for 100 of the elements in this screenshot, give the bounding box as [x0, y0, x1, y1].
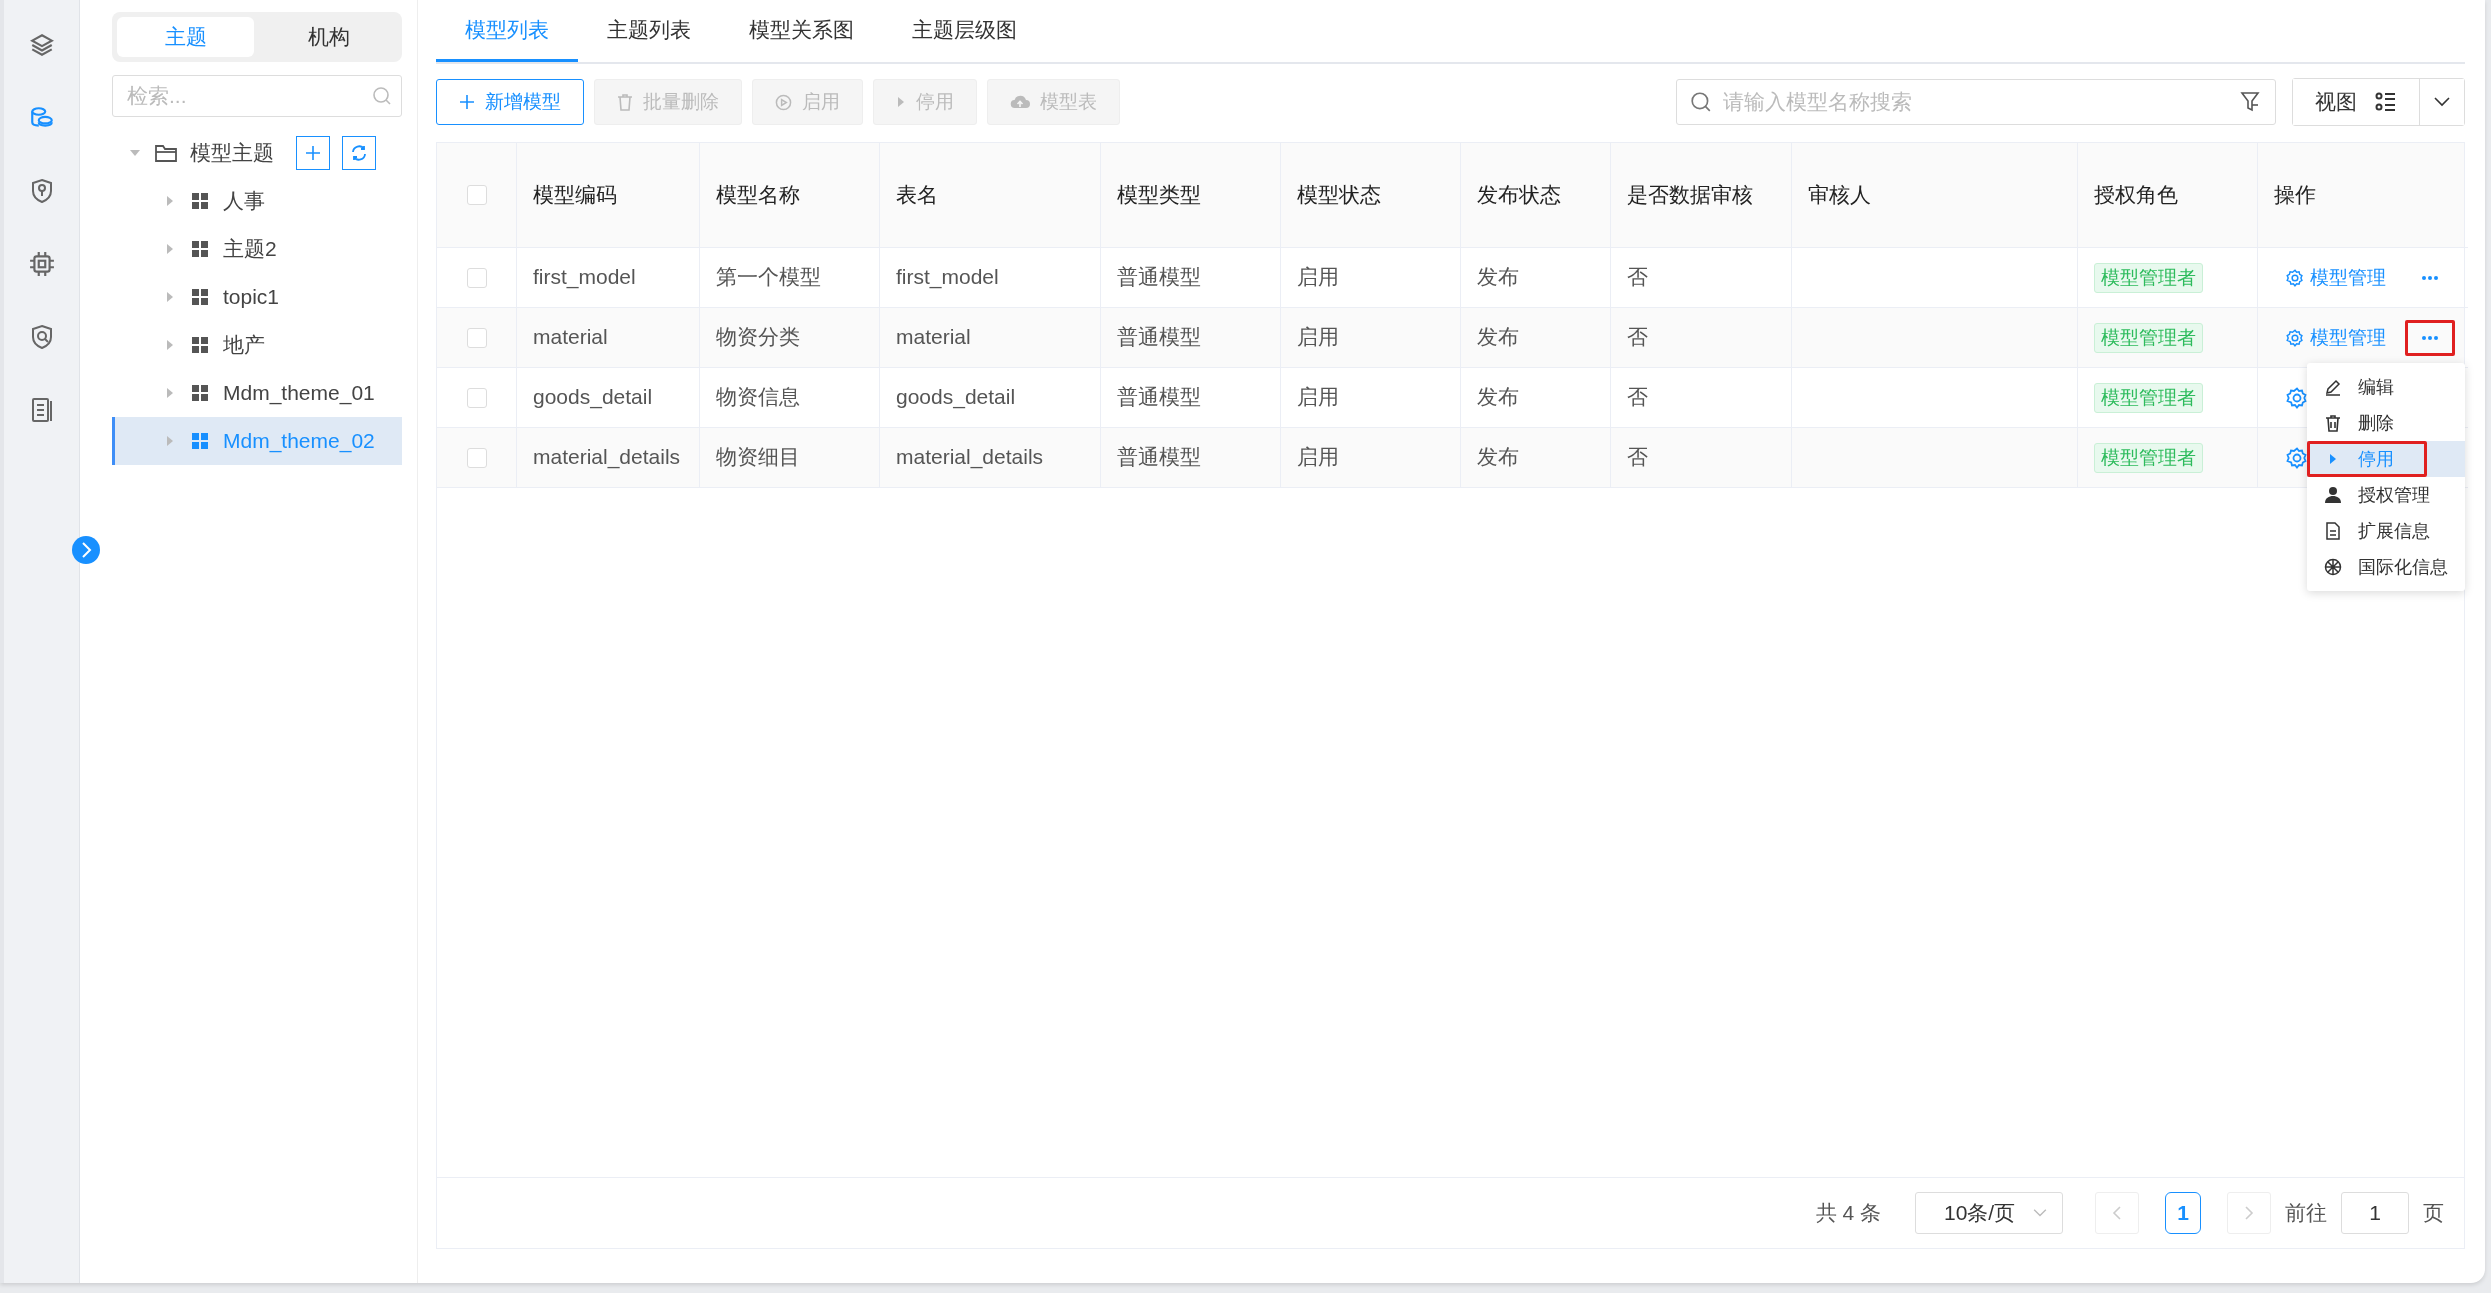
filter-icon[interactable] [2240, 91, 2260, 113]
tree-item[interactable]: 模型主题 [190, 139, 274, 167]
grid-icon [191, 192, 209, 210]
chevron-down-icon [2433, 96, 2451, 108]
tab[interactable]: 模型关系图 [720, 0, 883, 62]
trash-icon [617, 93, 633, 111]
table-cell-text: 普通模型 [1117, 444, 1201, 471]
table-cell-text: 物资分类 [716, 324, 800, 351]
tab[interactable]: 主题列表 [578, 0, 720, 62]
table-cell-text: 启用 [1297, 264, 1339, 291]
search-field[interactable]: 检索... [112, 75, 402, 117]
folder-icon [154, 143, 178, 163]
table-cell-text: 否 [1627, 384, 1648, 411]
menu-item[interactable]: 编辑 [2307, 369, 2465, 405]
menu-item[interactable]: 国际化信息 [2307, 549, 2465, 585]
trash-icon [2324, 414, 2342, 432]
table-cell-text: first_model [896, 264, 999, 291]
column-header: 授权角色 [2094, 182, 2178, 208]
refresh-icon [350, 144, 368, 162]
grid-icon [191, 432, 209, 450]
tab[interactable]: 主题层级图 [883, 0, 1046, 62]
plus-icon [304, 144, 322, 162]
role-tag: 模型管理者 [2094, 442, 2203, 473]
chip-icon [28, 251, 55, 277]
document-icon [2324, 522, 2342, 540]
page-input[interactable]: 1 [2341, 1192, 2409, 1234]
caret-icon [896, 95, 906, 109]
tree-item[interactable]: 人事 [223, 187, 265, 215]
shield-search-icon [29, 324, 54, 350]
column-header: 是否数据审核 [1627, 182, 1753, 208]
total-count: 共 4 条 [1815, 1200, 1881, 1226]
grid-icon [191, 384, 209, 402]
expand-button[interactable] [72, 536, 100, 564]
table-cell-text: first_model [533, 264, 636, 291]
table-cell-text: 普通模型 [1117, 324, 1201, 351]
shield-key-icon [29, 178, 54, 204]
column-header: 模型编码 [533, 182, 617, 208]
table-cell-text: 发布 [1477, 264, 1519, 291]
column-header: 表名 [896, 182, 938, 208]
search-field[interactable]: 请输入模型名称搜索 [1676, 79, 2276, 125]
play-circle-icon [775, 93, 792, 111]
tree-item[interactable]: topic1 [223, 285, 280, 309]
table-cell-text: 发布 [1477, 384, 1519, 411]
plus-icon [459, 94, 475, 110]
role-tag: 模型管理者 [2094, 262, 2203, 293]
tree-item[interactable]: 主题2 [223, 235, 277, 263]
search-icon [372, 86, 392, 106]
table-cell-text: 启用 [1297, 444, 1339, 471]
table-cell-text: material_details [533, 444, 681, 471]
goto-label: 前往 [2285, 1200, 2327, 1226]
table-cell-text: 普通模型 [1117, 384, 1201, 411]
checkbox[interactable] [466, 327, 487, 348]
menu-item[interactable]: 授权管理 [2307, 477, 2465, 513]
table-cell-text: goods_detail [896, 384, 1016, 411]
table-cell-text: 启用 [1297, 324, 1339, 351]
menu-item[interactable]: 删除 [2307, 405, 2465, 441]
column-header: 审核人 [1808, 182, 1871, 208]
gear-icon[interactable] [2286, 446, 2308, 469]
table-cell-text: material_details [896, 444, 1044, 471]
menu-item[interactable]: 扩展信息 [2307, 513, 2465, 549]
chevron-left-icon [2112, 1205, 2122, 1221]
pen-icon [2324, 378, 2342, 396]
table-cell-text: material [896, 324, 971, 351]
checkbox[interactable] [466, 387, 487, 408]
chevron-right-icon [2244, 1205, 2254, 1221]
segment-tab[interactable]: 机构 [260, 17, 397, 57]
cloud-upload-icon [1010, 94, 1030, 110]
grid-icon [191, 336, 209, 354]
more-icon [2420, 274, 2439, 281]
table-cell-text: goods_detail [533, 384, 653, 411]
list-icon [2375, 91, 2397, 113]
table-cell-text: 否 [1627, 324, 1648, 351]
checkbox[interactable] [466, 267, 487, 288]
checkbox[interactable] [466, 185, 487, 205]
gear-icon[interactable] [2286, 386, 2308, 409]
globe-icon [2324, 558, 2342, 576]
table-cell-text: 普通模型 [1117, 264, 1201, 291]
refresh-button[interactable] [342, 136, 376, 170]
add-button[interactable] [296, 136, 330, 170]
search-icon [1690, 91, 1712, 113]
column-header: 模型名称 [716, 182, 800, 208]
column-header: 发布状态 [1477, 182, 1561, 208]
table-cell-text: 发布 [1477, 324, 1519, 351]
grid-icon [191, 288, 209, 306]
tree-item[interactable]: 地产 [223, 331, 265, 359]
tree-item[interactable]: Mdm_theme_01 [223, 381, 375, 405]
table-cell-text: 物资信息 [716, 384, 800, 411]
table-cell-text: 发布 [1477, 444, 1519, 471]
more-icon [2420, 334, 2439, 341]
layers-icon [28, 32, 55, 58]
table-cell-text: 否 [1627, 264, 1648, 291]
checkbox[interactable] [466, 447, 487, 468]
grid-icon [191, 240, 209, 258]
table-cell-text: material [533, 324, 608, 351]
table-cell-text: 否 [1627, 444, 1648, 471]
page-suffix: 页 [2423, 1200, 2444, 1226]
role-tag: 模型管理者 [2094, 322, 2203, 353]
view-button[interactable]: 视图 [2293, 79, 2420, 125]
column-header: 操作 [2274, 182, 2316, 208]
page-size-select[interactable]: 10条/页 [1915, 1192, 2063, 1234]
